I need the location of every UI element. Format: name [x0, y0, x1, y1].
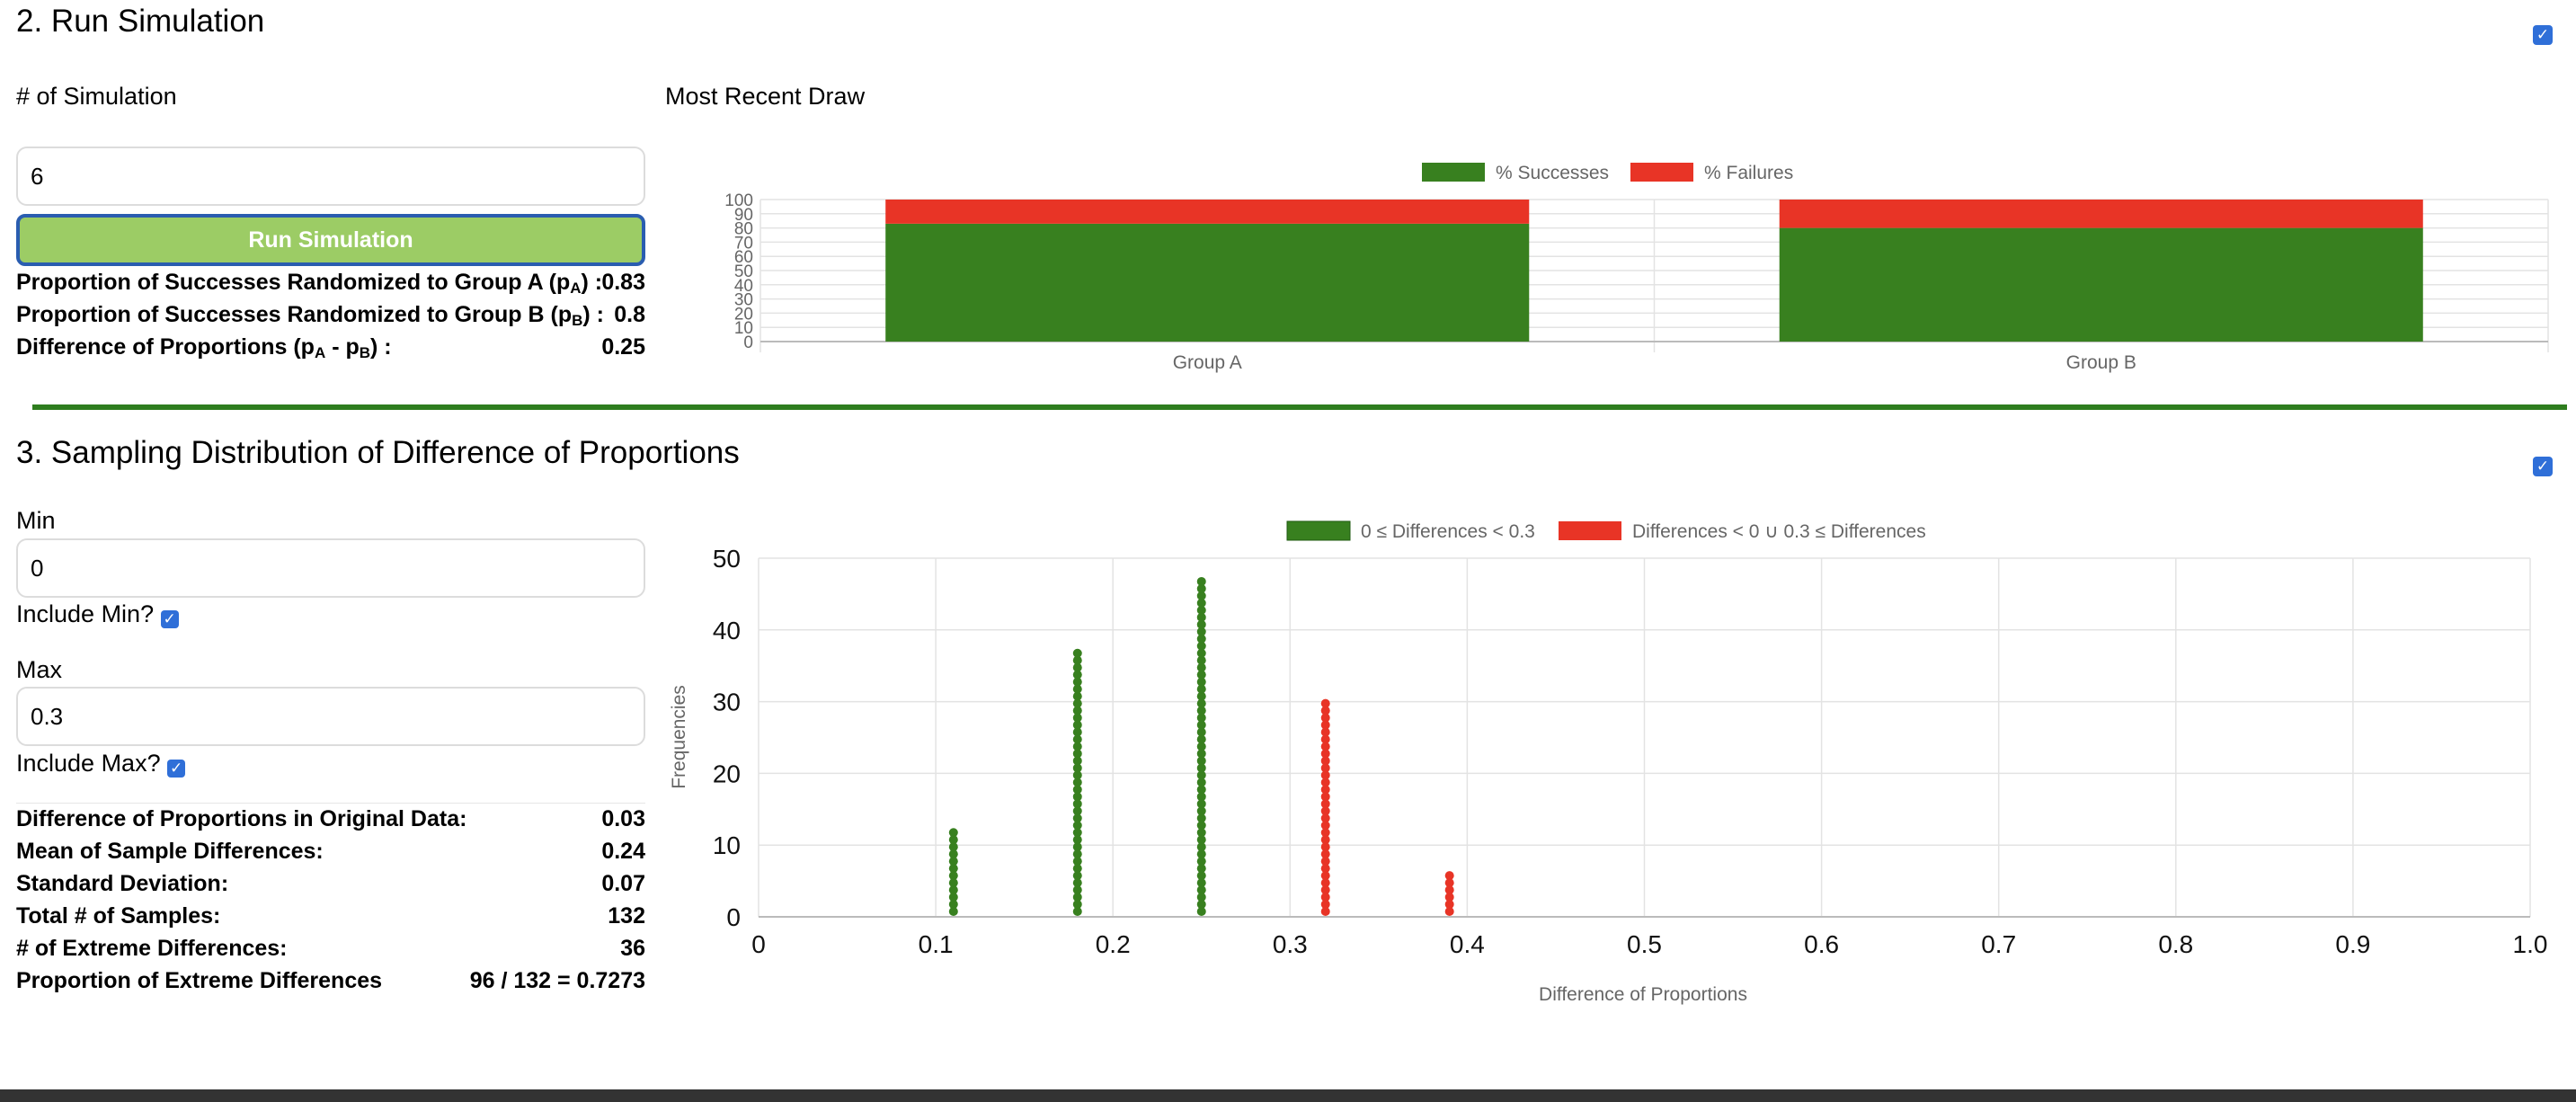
y-tick-label: 0 [726, 903, 741, 931]
prop-group-b-label: Proportion of Successes Randomized to Gr… [16, 302, 573, 327]
diff-label-mid: - p [325, 334, 360, 360]
include-max-label: Include Max? [16, 750, 161, 777]
stat-mean-value: 0.24 [601, 839, 645, 864]
include-max-row: Include Max? ✓ [16, 750, 186, 778]
stat-sd-value: 0.07 [601, 871, 645, 896]
dot [948, 828, 958, 838]
prop-group-b-label-tail: ) : [582, 302, 604, 327]
include-min-checkbox[interactable]: ✓ [160, 610, 179, 628]
section-run-simulation-toggle-checkbox[interactable]: ✓ [2533, 25, 2553, 45]
num-simulation-label: # of Simulation [16, 83, 177, 110]
stat-total-samples-label: Total # of Samples: [16, 903, 221, 929]
dotplot-x-axis-label: Difference of Proportions [1539, 984, 1747, 1005]
stat-sd-label: Standard Deviation: [16, 871, 229, 896]
include-max-checkbox[interactable]: ✓ [167, 760, 186, 778]
diff-label-tail: ) : [370, 334, 392, 360]
stat-extreme-proportion-label: Proportion of Extreme Differences [16, 968, 383, 993]
bar-group-b-0 [1779, 227, 2423, 342]
dotplot-dots [948, 576, 1454, 917]
x-tick-label: 0.5 [1627, 930, 1662, 958]
section-sampling-distribution-toggle-checkbox[interactable]: ✓ [2533, 457, 2553, 476]
x-tick-label: 0.3 [1273, 930, 1308, 958]
y-tick-label: 30 [713, 689, 741, 716]
section-divider [32, 404, 2567, 410]
prop-group-b-subscript: B [572, 312, 583, 329]
most-recent-draw-label: Most Recent Draw [665, 83, 866, 110]
x-tick-label: 0.1 [919, 930, 954, 958]
x-tick-label: 0.7 [1981, 930, 2016, 958]
include-min-row: Include Min? ✓ [16, 600, 179, 628]
sampling-distribution-chart: 0 ≤ Differences < 0.3 Differences < 0 ∪ 0… [669, 520, 2547, 1005]
bar-chart-x-ticks: Group A Group B [1173, 352, 2136, 373]
diff-proportions-value: 0.25 [601, 334, 645, 360]
legend-label-1: % Failures [1704, 163, 1793, 183]
legend-swatch-1 [1559, 521, 1621, 540]
legend-label-0: 0 ≤ Differences < 0.3 [1361, 521, 1535, 542]
y-tick-label: 20 [713, 760, 741, 787]
dotplot-y-ticks: 0 10 20 30 40 50 [713, 545, 741, 931]
stat-extreme-count-value: 36 [620, 936, 645, 961]
y-tick-label: 40 [713, 617, 741, 644]
x-tick-label: 0.4 [1450, 930, 1485, 958]
dot [1196, 576, 1206, 586]
legend-swatch-1 [1630, 163, 1693, 182]
dotplot-y-axis-label: Frequencies [669, 685, 689, 789]
max-input[interactable]: 0.3 [16, 687, 645, 746]
stat-original-diff-label: Difference of Proportions in Original Da… [16, 806, 467, 831]
dot [1320, 698, 1330, 708]
y-tick-label: 10 [713, 831, 741, 859]
diff-subscript-b: B [359, 344, 371, 361]
min-label: Min [16, 507, 56, 534]
stat-original-diff-value: 0.03 [601, 806, 645, 831]
run-simulation-button[interactable]: Run Simulation [16, 214, 645, 266]
max-label: Max [16, 656, 63, 683]
bar-group-b-1 [1779, 200, 2423, 228]
x-tick-label: Group A [1173, 352, 1242, 373]
bar-group-a-0 [885, 223, 1530, 342]
diff-subscript-a: A [314, 344, 326, 361]
legend-label-0: % Successes [1496, 163, 1609, 183]
x-tick-label: 0.8 [2158, 930, 2193, 958]
dotplot-legend: 0 ≤ Differences < 0.3 Differences < 0 ∪ 0… [1286, 520, 1926, 542]
prop-group-a-label: Proportion of Successes Randomized to Gr… [16, 270, 571, 295]
legend-swatch-0 [1422, 163, 1485, 182]
y-tick-label: 50 [713, 545, 741, 573]
x-tick-label: 0.6 [1804, 930, 1839, 958]
prop-group-a-subscript: A [570, 280, 582, 297]
y-tick-label: 100 [724, 191, 753, 210]
bar-chart-legend: % Successes % Failures [1422, 163, 1793, 183]
prop-group-a-value: 0.83 [601, 270, 645, 295]
prop-group-a-label-tail: ) : [581, 270, 603, 295]
stat-mean-label: Mean of Sample Differences: [16, 839, 324, 864]
x-tick-label: 0.9 [2335, 930, 2370, 958]
diff-proportions-label: Difference of Proportions (p [16, 334, 315, 360]
x-tick-label: 0.2 [1096, 930, 1131, 958]
most-recent-draw-chart: % Successes % Failures 010203040506070809… [724, 163, 2549, 373]
legend-label-1: Differences < 0 ∪ 0.3 ≤ Differences [1632, 521, 1926, 542]
dot [1072, 648, 1082, 658]
section-sampling-distribution-title: 3. Sampling Distribution of Difference o… [16, 435, 740, 470]
dotplot-x-ticks: 0 0.1 0.2 0.3 0.4 0.5 0.6 0.7 0.8 0.9 1.0 [751, 930, 2547, 958]
dotplot-grid [758, 557, 2531, 918]
stat-total-samples-value: 132 [608, 903, 645, 929]
x-tick-label: 1.0 [2513, 930, 2548, 958]
prop-group-b-value: 0.8 [614, 302, 645, 327]
x-tick-label: Group B [2066, 352, 2136, 373]
section-run-simulation-title: 2. Run Simulation [16, 4, 265, 39]
x-tick-label: 0 [751, 930, 766, 958]
stat-extreme-count-label: # of Extreme Differences: [16, 936, 288, 961]
footer-bar [0, 1089, 2576, 1102]
bar-chart-y-ticks: 0102030405060708090100 [724, 191, 753, 352]
legend-swatch-0 [1286, 520, 1351, 541]
dot [1444, 871, 1454, 881]
stat-extreme-proportion-value: 96 / 132 = 0.7273 [469, 968, 645, 993]
include-min-label: Include Min? [16, 600, 155, 627]
stats-divider [16, 803, 645, 804]
min-input[interactable]: 0 [16, 538, 645, 598]
bar-group-a-1 [885, 200, 1530, 224]
num-simulation-input[interactable]: 6 [16, 147, 645, 206]
